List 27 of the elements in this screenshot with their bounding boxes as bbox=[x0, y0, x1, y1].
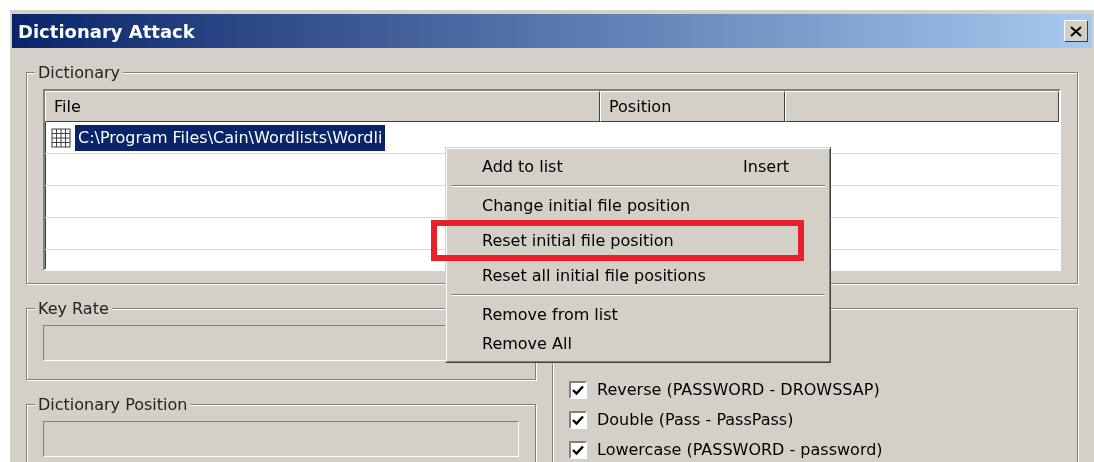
shortcut-label: Insert bbox=[743, 155, 789, 178]
menu-item-label: Remove from list bbox=[482, 303, 618, 326]
column-header[interactable]: File bbox=[45, 91, 600, 122]
menu-item-label: Reset initial file position bbox=[482, 229, 674, 252]
window-title: Dictionary Attack bbox=[18, 19, 195, 44]
menu-item-label: Add to list bbox=[482, 155, 563, 178]
menu-item[interactable]: Remove from list bbox=[449, 300, 827, 329]
column-header[interactable] bbox=[785, 91, 1059, 122]
menu-item[interactable]: Reset initial file position bbox=[431, 220, 804, 261]
menu-item-label: Remove All bbox=[482, 332, 572, 355]
close-icon bbox=[1070, 25, 1082, 37]
file-path[interactable]: C:\Program Files\Cain\Wordlists\Wordli bbox=[75, 124, 386, 151]
checkbox[interactable] bbox=[569, 441, 587, 459]
menu-item[interactable]: Remove All bbox=[449, 329, 827, 358]
menu-item[interactable]: Reset all initial file positions bbox=[449, 261, 827, 290]
checkbox-label: Double (Pass - PassPass) bbox=[597, 409, 794, 431]
column-header[interactable]: Position bbox=[600, 91, 785, 122]
checkbox[interactable] bbox=[569, 411, 587, 429]
close-button[interactable] bbox=[1064, 20, 1088, 42]
menu-item-label: Change initial file position bbox=[482, 194, 691, 217]
checkbox[interactable] bbox=[569, 381, 587, 399]
menu-item[interactable]: Add to list Insert bbox=[449, 152, 827, 181]
menu-item-label: Reset all initial file positions bbox=[482, 264, 706, 287]
checkbox-label: Lowercase (PASSWORD - password) bbox=[597, 439, 883, 461]
grid-icon bbox=[51, 127, 71, 148]
checkbox-label: Reverse (PASSWORD - DROWSSAP) bbox=[597, 379, 880, 401]
menu-item[interactable]: Change initial file position bbox=[449, 191, 827, 220]
